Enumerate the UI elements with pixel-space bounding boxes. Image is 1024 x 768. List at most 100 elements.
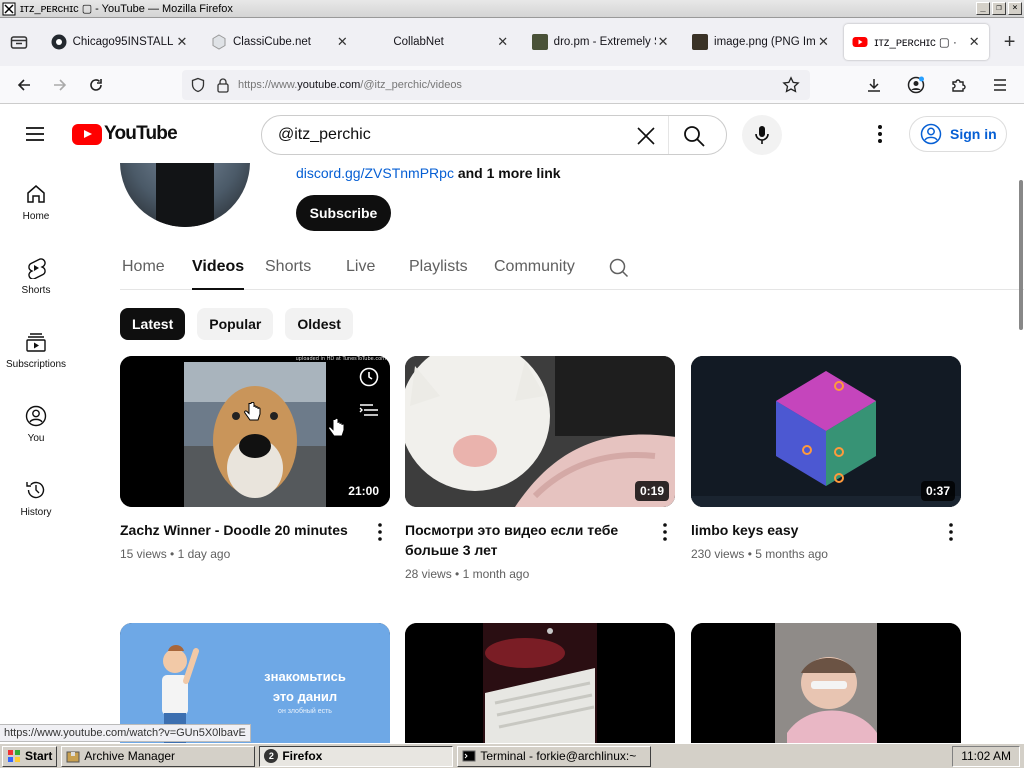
chip-popular[interactable]: Popular bbox=[197, 308, 274, 340]
youtube-icon bbox=[852, 37, 868, 47]
add-to-queue-icon[interactable] bbox=[358, 402, 380, 418]
history-icon bbox=[26, 481, 45, 499]
close-tab-icon[interactable]: ✕ bbox=[335, 34, 349, 50]
back-button[interactable] bbox=[6, 70, 42, 100]
upload-age: 1 month ago bbox=[462, 567, 530, 581]
video-kebab-icon[interactable] bbox=[372, 522, 388, 542]
video-title[interactable]: Zachz Winner - Doodle 20 minutes bbox=[120, 520, 355, 540]
video-thumbnail[interactable] bbox=[405, 623, 675, 743]
video-title[interactable]: limbo keys easy bbox=[691, 520, 926, 540]
sidebar-item-home[interactable]: Home bbox=[0, 173, 72, 247]
extensions-button[interactable] bbox=[940, 70, 976, 100]
tab-community[interactable]: Community bbox=[494, 258, 575, 276]
sidebar-item-subscriptions[interactable]: Subscriptions bbox=[0, 321, 72, 395]
downloads-button[interactable] bbox=[856, 70, 892, 100]
voice-search-button[interactable] bbox=[742, 115, 782, 155]
blank-page-icon bbox=[371, 34, 387, 50]
channel-search-icon[interactable] bbox=[608, 257, 630, 279]
tab-youtube-active[interactable]: ɪᴛᴢ_ᴘᴇʀᴄʜɪᴄ ▢ · ✕ bbox=[844, 24, 990, 60]
sidebar-label: History bbox=[20, 507, 52, 518]
video-thumbnail[interactable] bbox=[691, 623, 961, 743]
terminal-icon bbox=[462, 750, 476, 762]
close-tab-icon[interactable]: ✕ bbox=[967, 34, 981, 50]
url-bar[interactable]: https://www.youtube.com/@itz_perchic/vid… bbox=[182, 70, 810, 100]
sidebar-item-history[interactable]: History bbox=[0, 469, 72, 543]
page-scrollbar-thumb[interactable] bbox=[1019, 180, 1023, 330]
tab-live[interactable]: Live bbox=[346, 258, 375, 276]
reload-icon bbox=[90, 78, 102, 91]
video-thumbnail[interactable]: uploaded in HD at TunesToTube.com 21:00 bbox=[120, 356, 390, 507]
microphone-icon bbox=[755, 126, 769, 144]
tab-chicago95[interactable]: Chicago95INSTALL ✕ bbox=[43, 24, 197, 60]
video-card[interactable]: 0:37 limbo keys easy 230 views • 5 month… bbox=[691, 356, 961, 561]
back-arrow-icon bbox=[17, 78, 30, 91]
you-icon bbox=[25, 405, 47, 427]
tab-playlists[interactable]: Playlists bbox=[409, 258, 468, 276]
taskbar-item-firefox[interactable]: 2 Firefox bbox=[259, 745, 454, 767]
close-tab-icon[interactable]: ✕ bbox=[816, 34, 830, 50]
cube-icon bbox=[212, 34, 226, 50]
url-prefix: https://www. bbox=[238, 79, 298, 91]
sign-in-button[interactable]: Sign in bbox=[909, 116, 1007, 152]
sidebar-label: Subscriptions bbox=[5, 359, 67, 370]
account-button[interactable] bbox=[898, 70, 934, 100]
minimize-button[interactable]: _ bbox=[976, 2, 990, 15]
bookmark-star-icon[interactable] bbox=[782, 76, 800, 94]
taskbar-item-terminal[interactable]: Terminal - forkie@archlinux:~ bbox=[457, 745, 652, 767]
taskbar-item-archive-manager[interactable]: Archive Manager bbox=[61, 745, 256, 767]
video-card[interactable] bbox=[691, 623, 961, 743]
tab-classicube[interactable]: ClassiCube.net ✕ bbox=[203, 24, 357, 60]
new-tab-button[interactable]: + bbox=[995, 31, 1024, 54]
video-thumbnail[interactable]: 0:37 bbox=[691, 356, 961, 507]
tab-dropm[interactable]: dro.pm - Extremely Sl ✕ bbox=[524, 24, 678, 60]
navigation-bar: https://www.youtube.com/@itz_perchic/vid… bbox=[0, 66, 1024, 104]
chip-latest[interactable]: Latest bbox=[120, 308, 186, 340]
search-icon[interactable] bbox=[682, 124, 706, 148]
video-thumbnail[interactable]: 0:19 bbox=[405, 356, 675, 507]
tab-image-png[interactable]: image.png (PNG Ima ✕ bbox=[684, 24, 838, 60]
settings-kebab-icon[interactable] bbox=[870, 123, 890, 145]
sidebar-item-shorts[interactable]: Shorts bbox=[0, 247, 72, 321]
lock-icon[interactable] bbox=[216, 77, 230, 93]
video-kebab-icon[interactable] bbox=[657, 522, 673, 542]
video-kebab-icon[interactable] bbox=[943, 522, 959, 542]
sidebar-item-you[interactable]: You bbox=[0, 395, 72, 469]
maximize-button[interactable]: ❐ bbox=[992, 2, 1006, 15]
tab-home[interactable]: Home bbox=[122, 258, 165, 276]
video-card[interactable]: 0:19 Посмотри это видео если тебе больше… bbox=[405, 356, 675, 581]
tab-videos[interactable]: Videos bbox=[192, 258, 245, 290]
close-window-button[interactable]: × bbox=[1008, 2, 1022, 15]
start-button[interactable]: Start bbox=[2, 745, 58, 767]
close-tab-icon[interactable]: ✕ bbox=[656, 34, 670, 50]
tab-label: ClassiCube.net bbox=[232, 36, 311, 48]
more-links[interactable]: and 1 more link bbox=[458, 165, 561, 181]
forward-button[interactable] bbox=[42, 70, 78, 100]
chip-oldest[interactable]: Oldest bbox=[285, 308, 353, 340]
tab-label: CollabNet bbox=[393, 36, 444, 48]
video-duration: 0:19 bbox=[634, 481, 669, 501]
guide-menu-icon[interactable] bbox=[24, 123, 46, 145]
view-count: 230 views bbox=[691, 547, 745, 561]
app-menu-button[interactable] bbox=[982, 70, 1018, 100]
tab-shorts[interactable]: Shorts bbox=[265, 258, 311, 276]
subscribe-button[interactable]: Subscribe bbox=[296, 195, 391, 231]
tracking-shield-icon[interactable] bbox=[190, 77, 206, 93]
tab-strip: Chicago95INSTALL ✕ ClassiCube.net ✕ Coll… bbox=[0, 18, 1024, 66]
firefox-view-button[interactable] bbox=[2, 24, 37, 60]
image-thumbnail-icon bbox=[692, 34, 709, 50]
channel-link[interactable]: discord.gg/ZVSTnmPRpc bbox=[296, 165, 454, 181]
clear-search-icon[interactable] bbox=[634, 124, 658, 148]
video-title[interactable]: Посмотри это видео если тебе больше 3 ле… bbox=[405, 520, 640, 560]
close-tab-icon[interactable]: ✕ bbox=[175, 34, 189, 50]
video-card[interactable]: uploaded in HD at TunesToTube.com 21:00 … bbox=[120, 356, 390, 561]
close-tab-icon[interactable]: ✕ bbox=[496, 34, 510, 50]
watch-later-icon[interactable] bbox=[358, 366, 380, 388]
tab-collabnet[interactable]: CollabNet ✕ bbox=[363, 24, 517, 60]
video-card[interactable] bbox=[405, 623, 675, 743]
tab-label: ɪᴛᴢ_ᴘᴇʀᴄʜɪᴄ ▢ · bbox=[874, 37, 957, 49]
tab-list-icon bbox=[11, 36, 28, 49]
youtube-logo[interactable]: YouTube bbox=[72, 123, 178, 145]
video-metadata: 230 views • 5 months ago bbox=[691, 547, 828, 561]
reload-button[interactable] bbox=[78, 70, 114, 100]
search-input[interactable] bbox=[278, 126, 618, 144]
